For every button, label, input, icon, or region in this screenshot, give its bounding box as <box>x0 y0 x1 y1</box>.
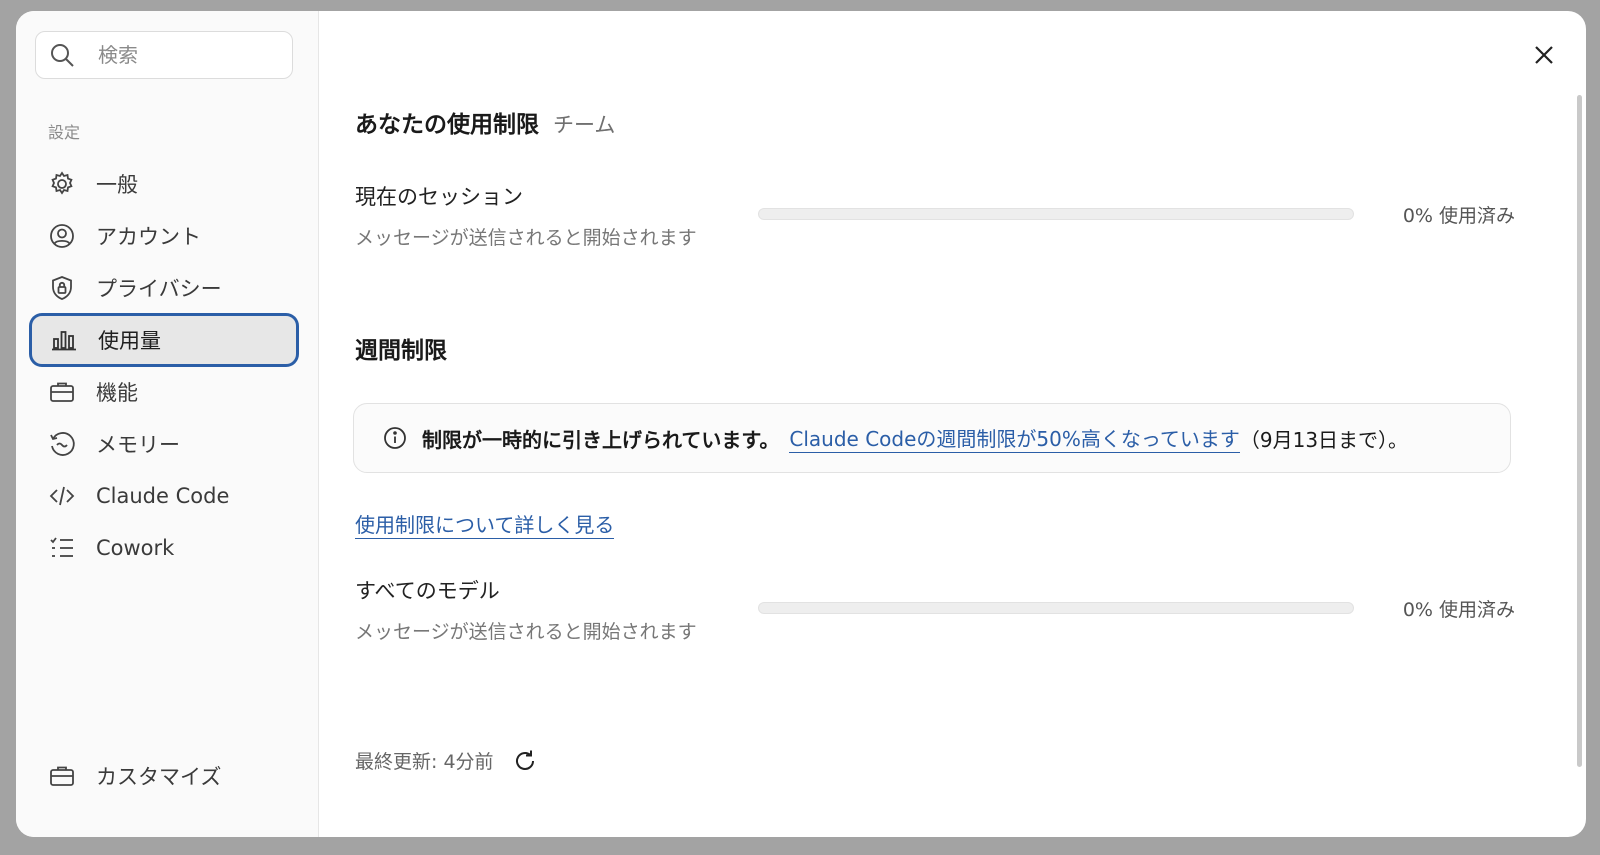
sidebar-item-label: メモリー <box>96 433 180 457</box>
usage-percent: 0% 使用済み <box>1402 599 1515 621</box>
bar-chart-icon <box>52 331 76 351</box>
settings-section-label: 設定 <box>48 123 81 142</box>
limit-notice: 制限が一時的に引き上げられています。 Claude Codeの週間制限が50%高… <box>353 403 1511 473</box>
sidebar-item-cowork[interactable]: Cowork <box>30 522 298 574</box>
memory-icon <box>50 432 75 456</box>
gear-icon <box>51 171 73 195</box>
usage-progress-bar <box>758 208 1354 220</box>
sidebar-item-label: 使用量 <box>98 329 161 353</box>
sidebar-item-label: Claude Code <box>96 484 230 508</box>
notice-link[interactable]: Claude Codeの週間制限が50%高くなっています <box>789 423 1240 453</box>
info-icon <box>384 427 406 449</box>
sidebar-item-features[interactable]: 機能 <box>30 366 298 418</box>
usage-description: メッセージが送信されると開始されます <box>355 621 697 643</box>
usage-name: 現在のセッション <box>355 185 523 209</box>
sidebar-item-memory[interactable]: メモリー <box>30 418 298 470</box>
refresh-icon[interactable] <box>512 748 538 774</box>
close-icon[interactable] <box>1530 41 1558 69</box>
sidebar-item-label: Cowork <box>96 536 175 560</box>
weekly-limits-title: 週間制限 <box>355 338 447 364</box>
usage-progress-bar <box>758 602 1354 614</box>
checklist-icon <box>50 537 73 557</box>
sidebar-item-account[interactable]: アカウント <box>30 210 298 262</box>
sidebar-bottom: カスタマイズ <box>30 750 298 802</box>
code-icon <box>49 486 75 506</box>
sidebar-nav: 一般 アカウント プライバシー 使用量 機能 メモリー Claude Code … <box>30 158 298 574</box>
sidebar-item-label: 機能 <box>96 381 138 405</box>
sidebar-item-usage[interactable]: 使用量 <box>30 314 298 366</box>
learn-more-link[interactable]: 使用制限について詳しく見る <box>355 509 615 539</box>
search-box[interactable] <box>35 31 293 79</box>
search-input[interactable] <box>96 42 270 68</box>
notice-date: （9月13日まで）。 <box>1239 427 1409 452</box>
briefcase-icon <box>50 766 74 786</box>
page-header: あなたの使用制限 チーム <box>355 105 615 139</box>
all-models-usage: すべてのモデル メッセージが送信されると開始されます 0% 使用済み <box>355 575 1515 655</box>
main-content: あなたの使用制限 チーム 現在のセッション メッセージが送信されると開始されます… <box>319 11 1586 837</box>
usage-description: メッセージが送信されると開始されます <box>355 227 697 249</box>
sidebar-item-label: プライバシー <box>96 277 222 301</box>
sidebar-item-label: 一般 <box>96 173 138 197</box>
sidebar-item-claude-code[interactable]: Claude Code <box>30 470 298 522</box>
search-icon <box>51 44 74 67</box>
sidebar-item-label: カスタマイズ <box>96 765 222 789</box>
sidebar-item-general[interactable]: 一般 <box>30 158 298 210</box>
account-icon <box>50 224 74 248</box>
last-updated-text: 最終更新: 4分前 <box>355 751 494 773</box>
shield-lock-icon <box>52 276 72 300</box>
sidebar-item-label: アカウント <box>96 225 201 249</box>
usage-percent: 0% 使用済み <box>1402 205 1515 227</box>
sidebar: 設定 一般 アカウント プライバシー <box>16 11 319 837</box>
usage-name: すべてのモデル <box>355 579 500 603</box>
notice-heading: 制限が一時的に引き上げられています。 <box>422 427 780 452</box>
sidebar-item-privacy[interactable]: プライバシー <box>30 262 298 314</box>
settings-modal: 設定 一般 アカウント プライバシー <box>16 11 1586 837</box>
last-updated: 最終更新: 4分前 <box>355 747 538 774</box>
sidebar-item-customize[interactable]: カスタマイズ <box>30 750 298 802</box>
briefcase-icon <box>50 382 74 402</box>
plan-label: チーム <box>553 113 616 137</box>
scrollbar[interactable] <box>1577 95 1582 767</box>
current-session-usage: 現在のセッション メッセージが送信されると開始されます 0% 使用済み <box>355 181 1515 261</box>
page-title: あなたの使用制限 <box>355 112 539 138</box>
